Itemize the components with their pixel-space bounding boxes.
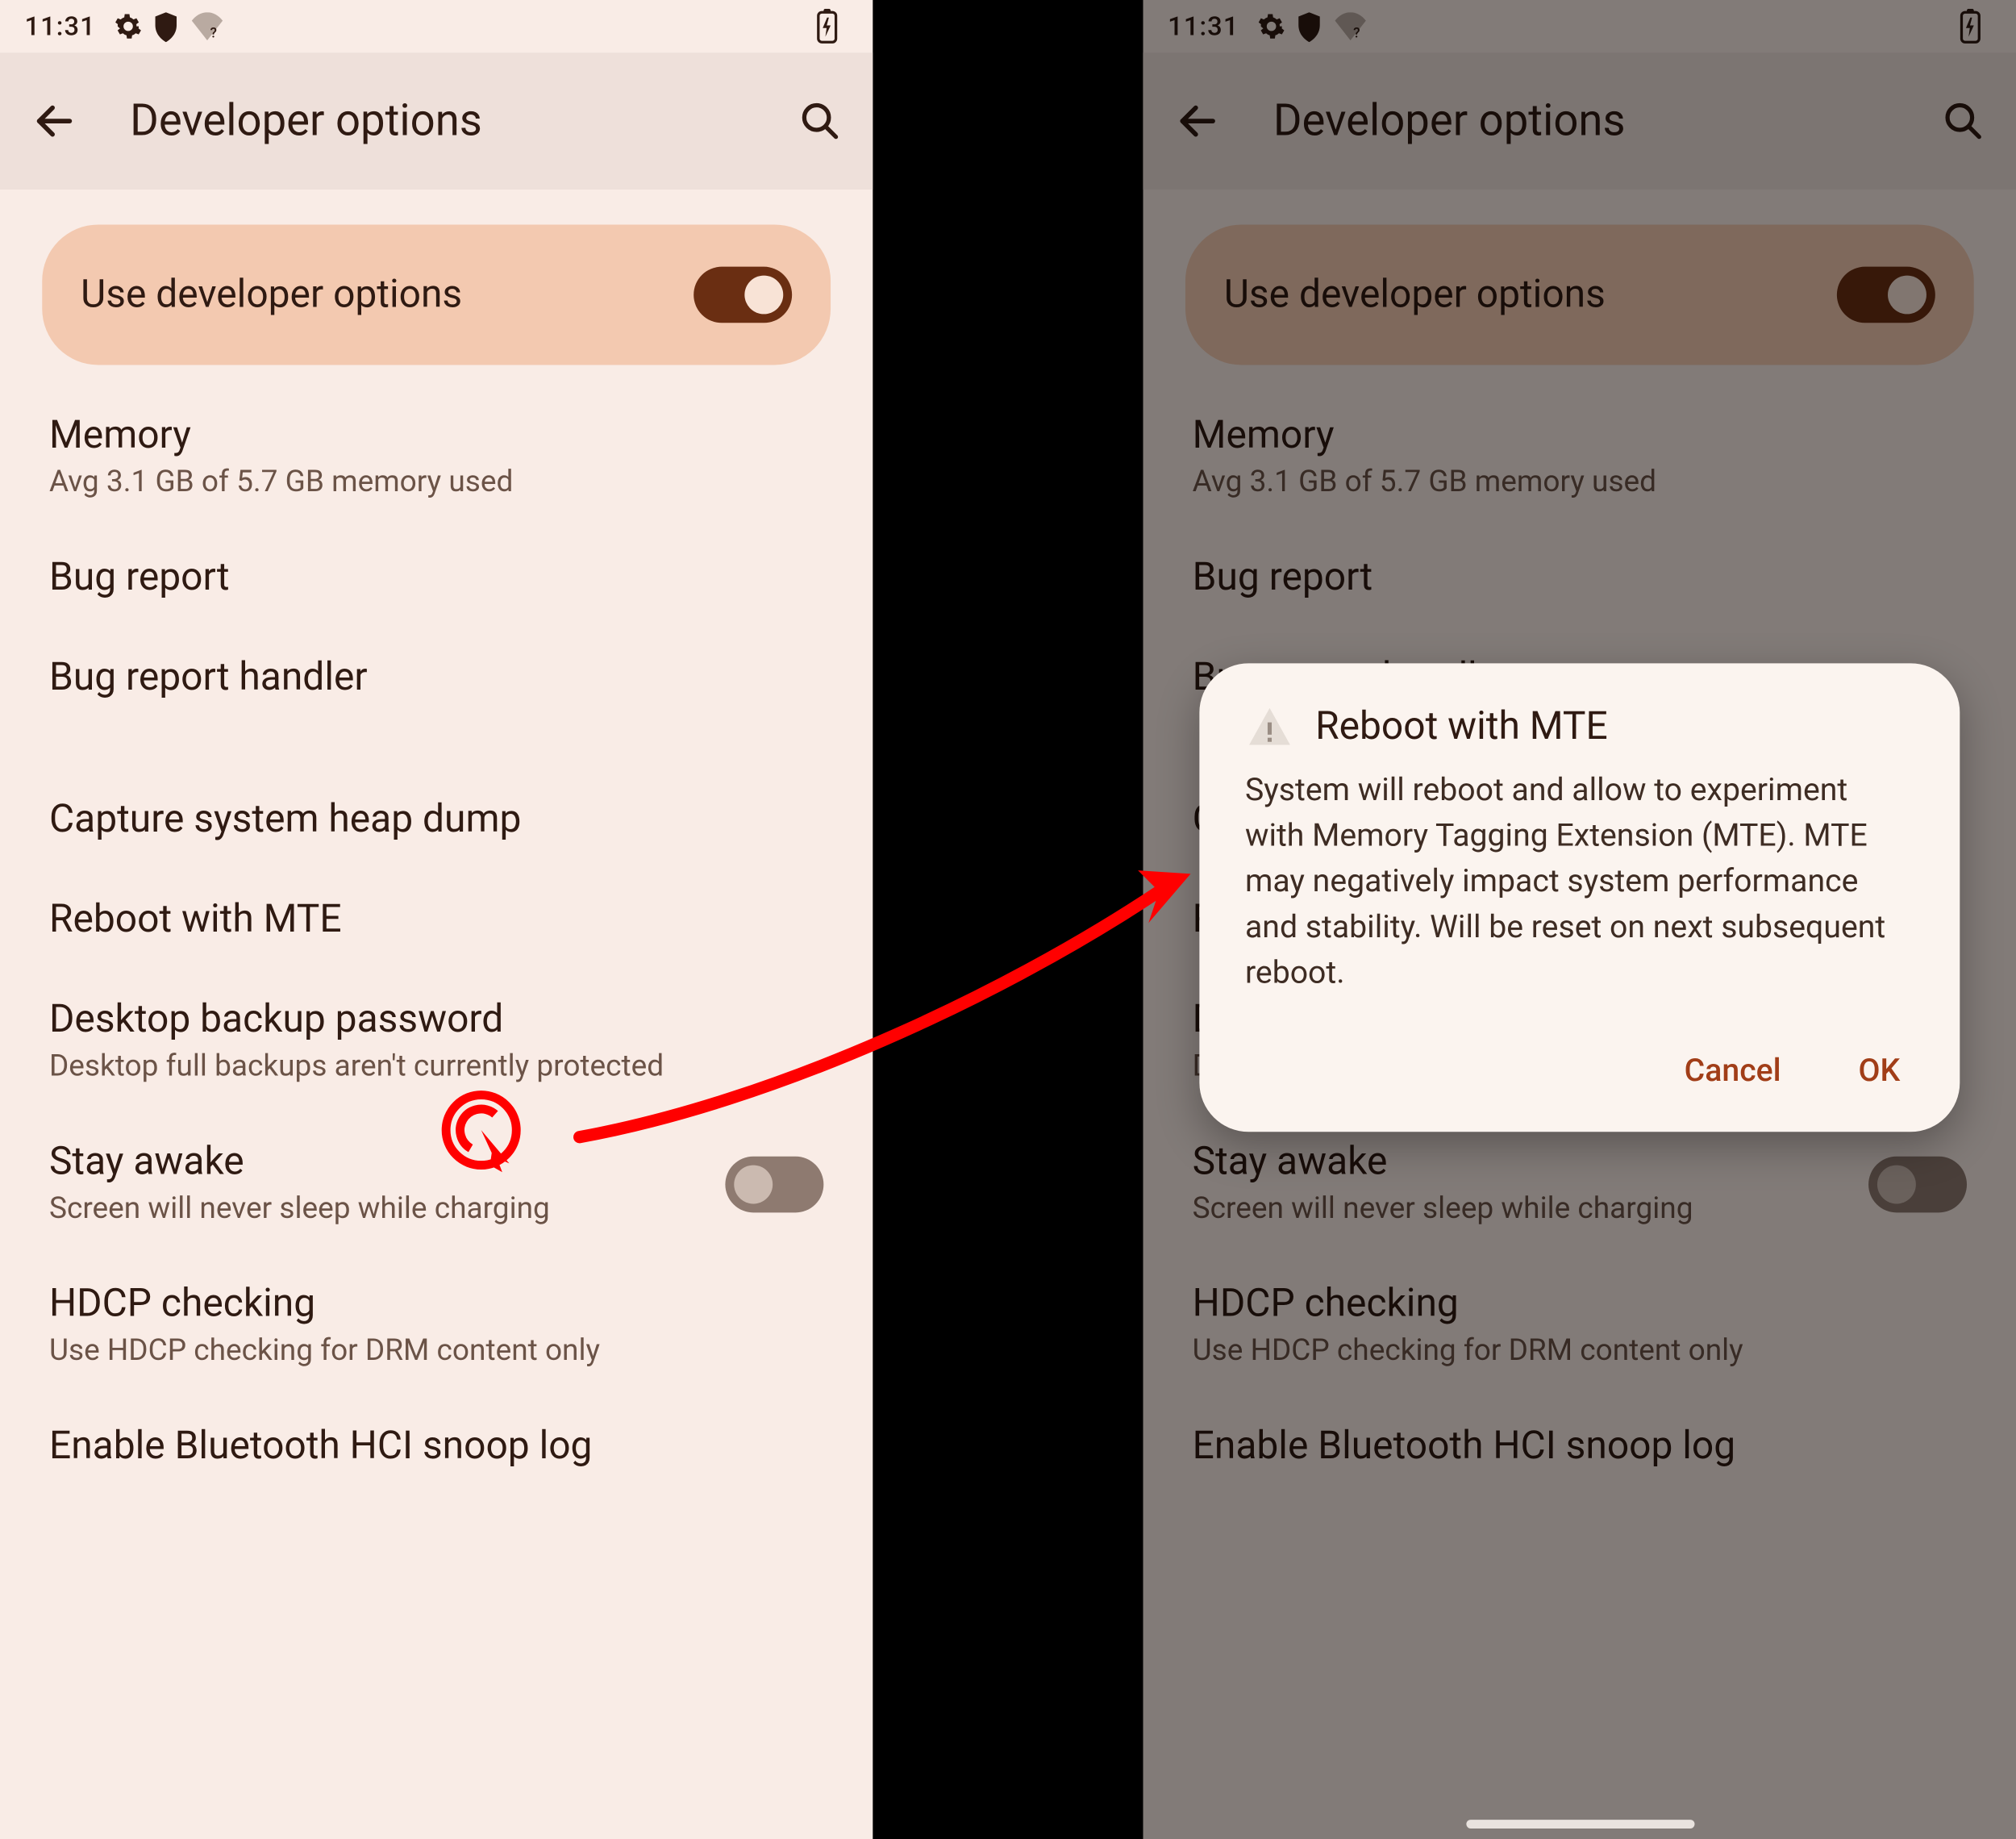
desktop-backup-subtitle: Desktop full backups aren't currently pr… — [49, 1049, 823, 1085]
hdcp-subtitle: Use HDCP checking for DRM content only — [49, 1333, 823, 1369]
home-indicator[interactable] — [1465, 1820, 1693, 1829]
phone-after: 11:31 ? Developer options — [1143, 0, 2016, 1839]
status-bar: 11:31 ? — [0, 0, 873, 52]
desktop-backup-title: Desktop backup password — [49, 999, 823, 1042]
use-developer-options-card[interactable]: Use developer options — [42, 224, 831, 365]
dialog-title: Reboot with MTE — [1315, 704, 1608, 748]
dialog-cancel-button[interactable]: Cancel — [1670, 1043, 1795, 1101]
bt-snoop-title: Enable Bluetooth HCI snoop log — [49, 1425, 823, 1469]
status-time: 11:31 — [24, 10, 95, 42]
memory-title: Memory — [49, 414, 823, 457]
desktop-backup-item[interactable]: Desktop backup password Desktop full bac… — [0, 970, 873, 1112]
page-title: Developer options — [130, 96, 799, 147]
stay-awake-title: Stay awake — [49, 1141, 708, 1184]
hdcp-title: HDCP checking — [49, 1282, 823, 1326]
search-icon[interactable] — [799, 100, 841, 142]
hdcp-item[interactable]: HDCP checking Use HDCP checking for DRM … — [0, 1255, 873, 1397]
capture-heap-dump-title: Capture system heap dump — [49, 799, 823, 842]
memory-item[interactable]: Memory Avg 3.1 GB of 5.7 GB memory used — [0, 386, 873, 528]
bug-report-item[interactable]: Bug report — [0, 528, 873, 628]
reboot-with-mte-title: Reboot with MTE — [49, 899, 823, 942]
bt-snoop-item[interactable]: Enable Bluetooth HCI snoop log — [0, 1397, 873, 1497]
battery-icon — [817, 9, 838, 44]
use-developer-options-toggle[interactable] — [694, 267, 792, 323]
use-developer-options-label: Use developer options — [81, 273, 694, 316]
stay-awake-item[interactable]: Stay awake Screen will never sleep while… — [0, 1112, 873, 1254]
reboot-mte-dialog: Reboot with MTE System will reboot and a… — [1199, 663, 1960, 1132]
shield-icon — [152, 11, 179, 41]
warning-icon — [1245, 702, 1294, 751]
bug-report-handler-title: Bug report handler — [49, 657, 823, 700]
app-bar: Developer options — [0, 52, 873, 190]
stay-awake-subtitle: Screen will never sleep while charging — [49, 1191, 708, 1227]
svg-text:?: ? — [210, 26, 216, 40]
memory-subtitle: Avg 3.1 GB of 5.7 GB memory used — [49, 465, 823, 501]
stay-awake-toggle[interactable] — [725, 1156, 823, 1212]
wifi-question-icon: ? — [189, 12, 224, 40]
capture-heap-dump-item[interactable]: Capture system heap dump — [0, 770, 873, 870]
bug-report-title: Bug report — [49, 557, 823, 600]
bug-report-handler-item[interactable]: Bug report handler — [0, 628, 873, 728]
reboot-with-mte-item[interactable]: Reboot with MTE — [0, 870, 873, 970]
phone-before: 11:31 ? Developer options — [0, 0, 873, 1839]
gear-icon — [114, 12, 142, 40]
dialog-body: System will reboot and allow to experime… — [1245, 769, 1914, 998]
dialog-ok-button[interactable]: OK — [1844, 1043, 1914, 1101]
back-icon[interactable] — [31, 98, 77, 144]
